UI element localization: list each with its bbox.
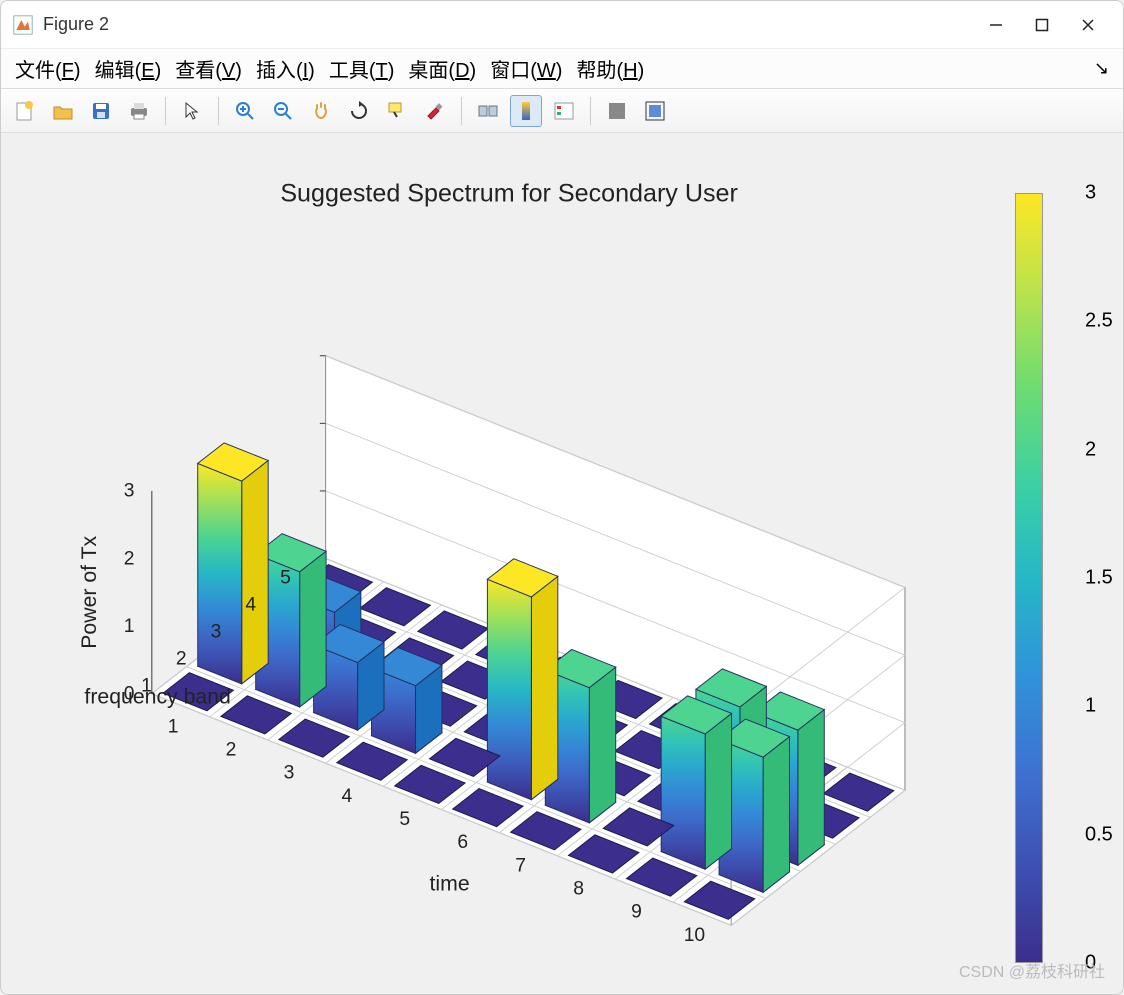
zoom-in-button[interactable]: [229, 95, 261, 127]
svg-text:2: 2: [176, 649, 187, 670]
hide-plot-tools-button[interactable]: [601, 95, 633, 127]
datatip-button[interactable]: [381, 95, 413, 127]
menu-insert[interactable]: 插入(I): [256, 54, 315, 83]
print-button[interactable]: [123, 95, 155, 127]
titlebar: Figure 2: [1, 1, 1123, 49]
figure-area[interactable]: 01231234567891012345timefrequency bandPo…: [1, 133, 1123, 994]
zoom-out-button[interactable]: [267, 95, 299, 127]
svg-text:1: 1: [124, 616, 135, 637]
menu-file[interactable]: 文件(F): [15, 54, 81, 83]
menu-edit[interactable]: 编辑(E): [95, 54, 162, 83]
svg-text:6: 6: [457, 832, 468, 853]
pointer-button[interactable]: [176, 95, 208, 127]
svg-text:10: 10: [684, 925, 705, 946]
svg-text:9: 9: [631, 902, 642, 923]
svg-text:4: 4: [342, 786, 353, 807]
colorbar-ticks: 00.511.522.53: [1045, 193, 1095, 963]
svg-text:3: 3: [211, 622, 222, 643]
brush-button[interactable]: [419, 95, 451, 127]
colorbar-button[interactable]: [510, 95, 542, 127]
colorbar[interactable]: [1015, 193, 1043, 963]
svg-text:7: 7: [515, 855, 526, 876]
minimize-button[interactable]: [973, 9, 1019, 41]
undock-icon[interactable]: ↘: [1094, 58, 1109, 79]
close-button[interactable]: [1065, 9, 1111, 41]
colorbar-tick: 2: [1085, 438, 1096, 461]
link-button[interactable]: [472, 95, 504, 127]
new-figure-button[interactable]: [9, 95, 41, 127]
pan-button[interactable]: [305, 95, 337, 127]
menu-view[interactable]: 查看(V): [175, 54, 242, 83]
axes-3d[interactable]: 01231234567891012345timefrequency bandPo…: [31, 153, 1103, 964]
colorbar-tick: 3: [1085, 182, 1096, 205]
svg-text:1: 1: [168, 716, 179, 737]
figure-window: Figure 2 文件(F) 编辑(E) 查看(V) 插入(I) 工具(T) 桌…: [0, 0, 1124, 995]
menu-tools[interactable]: 工具(T): [329, 54, 395, 83]
svg-text:4: 4: [245, 595, 256, 616]
menu-window[interactable]: 窗口(W): [490, 54, 562, 83]
show-plot-tools-button[interactable]: [639, 95, 671, 127]
colorbar-tick: 1.5: [1085, 567, 1113, 590]
toolbar: [1, 89, 1123, 133]
window-title: Figure 2: [43, 14, 973, 35]
colorbar-tick: 1: [1085, 695, 1096, 718]
legend-button[interactable]: [548, 95, 580, 127]
maximize-button[interactable]: [1019, 9, 1065, 41]
svg-text:5: 5: [399, 809, 410, 830]
svg-text:time: time: [430, 871, 470, 895]
svg-text:2: 2: [226, 739, 237, 760]
menu-help[interactable]: 帮助(H): [576, 54, 644, 83]
menubar: 文件(F) 编辑(E) 查看(V) 插入(I) 工具(T) 桌面(D) 窗口(W…: [1, 49, 1123, 89]
svg-text:frequency band: frequency band: [84, 685, 230, 709]
svg-text:Power of Tx: Power of Tx: [77, 535, 101, 648]
colorbar-tick: 2.5: [1085, 310, 1113, 333]
svg-text:Suggested Spectrum for Seconda: Suggested Spectrum for Secondary User: [280, 179, 738, 207]
colorbar-tick: 0.5: [1085, 823, 1113, 846]
open-button[interactable]: [47, 95, 79, 127]
svg-text:8: 8: [573, 878, 584, 899]
watermark: CSDN @荔枝科研社: [959, 958, 1105, 982]
svg-text:3: 3: [124, 481, 135, 502]
svg-text:2: 2: [124, 548, 135, 569]
svg-text:3: 3: [284, 763, 295, 784]
svg-text:5: 5: [280, 568, 291, 589]
menu-desktop[interactable]: 桌面(D): [408, 54, 476, 83]
save-button[interactable]: [85, 95, 117, 127]
rotate-button[interactable]: [343, 95, 375, 127]
matlab-icon: [13, 15, 33, 35]
